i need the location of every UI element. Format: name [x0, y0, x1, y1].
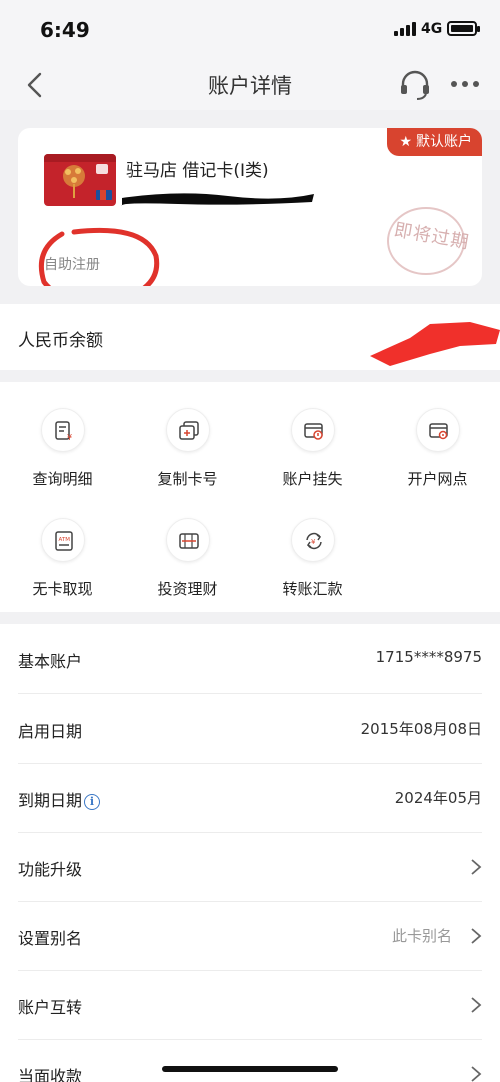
default-account-badge: ★ 默认账户	[387, 128, 482, 156]
chevron-right-icon	[471, 1066, 482, 1082]
balance-label: 人民币余额	[18, 331, 103, 351]
function-branch[interactable]: 开户网点	[375, 382, 500, 492]
status-bar: 6:49 4G	[0, 0, 500, 60]
card-name: 驻马店 借记卡(Ⅰ类)	[126, 161, 269, 181]
detail-row-expiry-date: 到期日期 i 2024年05月	[0, 763, 500, 833]
function-investment[interactable]: 投资理财	[125, 492, 250, 602]
function-label: 投资理财	[157, 580, 218, 598]
function-copy-card-number[interactable]: 复制卡号	[125, 382, 250, 492]
detail-row-face-to-face-payment[interactable]: 当面收款	[0, 1039, 500, 1082]
function-report-loss[interactable]: 账户挂失	[250, 382, 375, 492]
home-indicator[interactable]	[162, 1066, 338, 1072]
battery-icon	[447, 21, 480, 36]
statement-icon: ¥	[41, 408, 85, 452]
detail-row-set-alias[interactable]: 设置别名 此卡别名	[0, 901, 500, 971]
svg-text:¥: ¥	[67, 433, 72, 442]
expiry-date: 2024年05月	[394, 789, 482, 807]
start-date: 2015年08月08日	[360, 720, 482, 738]
account-number: 1715****8975	[375, 648, 482, 666]
report-loss-icon	[291, 408, 335, 452]
balance-row[interactable]: 人民币余额	[0, 304, 500, 370]
chevron-right-icon	[471, 928, 482, 944]
account-card[interactable]: 驻马店 借记卡(Ⅰ类) ★ 默认账户 即将过期 自助注册	[18, 128, 482, 286]
headset-icon[interactable]	[398, 68, 432, 102]
detail-row-account-transfer[interactable]: 账户互转	[0, 970, 500, 1040]
chevron-right-icon	[471, 859, 482, 875]
bank-card-image	[44, 154, 116, 206]
alias-placeholder: 此卡别名	[391, 927, 452, 945]
signal-icon	[394, 22, 416, 36]
function-label: 查询明细	[32, 470, 93, 488]
info-icon[interactable]: i	[84, 794, 101, 810]
function-transfer[interactable]: ¥ 转账汇款	[250, 492, 375, 602]
svg-text:ATM: ATM	[59, 537, 71, 543]
chevron-right-icon	[471, 997, 482, 1013]
annotation-circle	[38, 227, 160, 286]
account-detail-list: 基本账户 1715****8975 启用日期 2015年08月08日 到期日期 i…	[0, 624, 500, 1082]
redaction-mark	[370, 322, 500, 366]
function-grid: ¥ 查询明细 复制卡号 账户挂失 开户网点 ATM 无卡取现 投资理财 ¥ 转账…	[0, 382, 500, 612]
function-label: 转账汇款	[282, 580, 343, 598]
copy-card-icon	[166, 408, 210, 452]
transfer-icon: ¥	[291, 518, 335, 562]
function-label: 复制卡号	[157, 470, 218, 488]
function-label: 账户挂失	[282, 470, 343, 488]
network-type: 4G	[421, 21, 443, 37]
atm-icon: ATM	[41, 518, 85, 562]
function-cardless-withdrawal[interactable]: ATM 无卡取现	[0, 492, 125, 602]
investment-icon	[166, 518, 210, 562]
function-label: 开户网点	[407, 470, 468, 488]
detail-row-feature-upgrade[interactable]: 功能升级	[0, 832, 500, 902]
detail-row-start-date: 启用日期 2015年08月08日	[0, 694, 500, 764]
redaction-mark	[121, 193, 314, 206]
more-icon[interactable]	[448, 72, 482, 96]
nav-bar: 账户详情	[0, 60, 500, 110]
branch-location-icon	[416, 408, 460, 452]
svg-text:¥: ¥	[311, 538, 316, 546]
detail-row-basic-account: 基本账户 1715****8975	[0, 624, 500, 694]
function-label: 无卡取现	[32, 580, 93, 598]
status-time: 6:49	[40, 18, 90, 42]
star-icon: ★	[399, 134, 412, 150]
function-query-details[interactable]: ¥ 查询明细	[0, 382, 125, 492]
